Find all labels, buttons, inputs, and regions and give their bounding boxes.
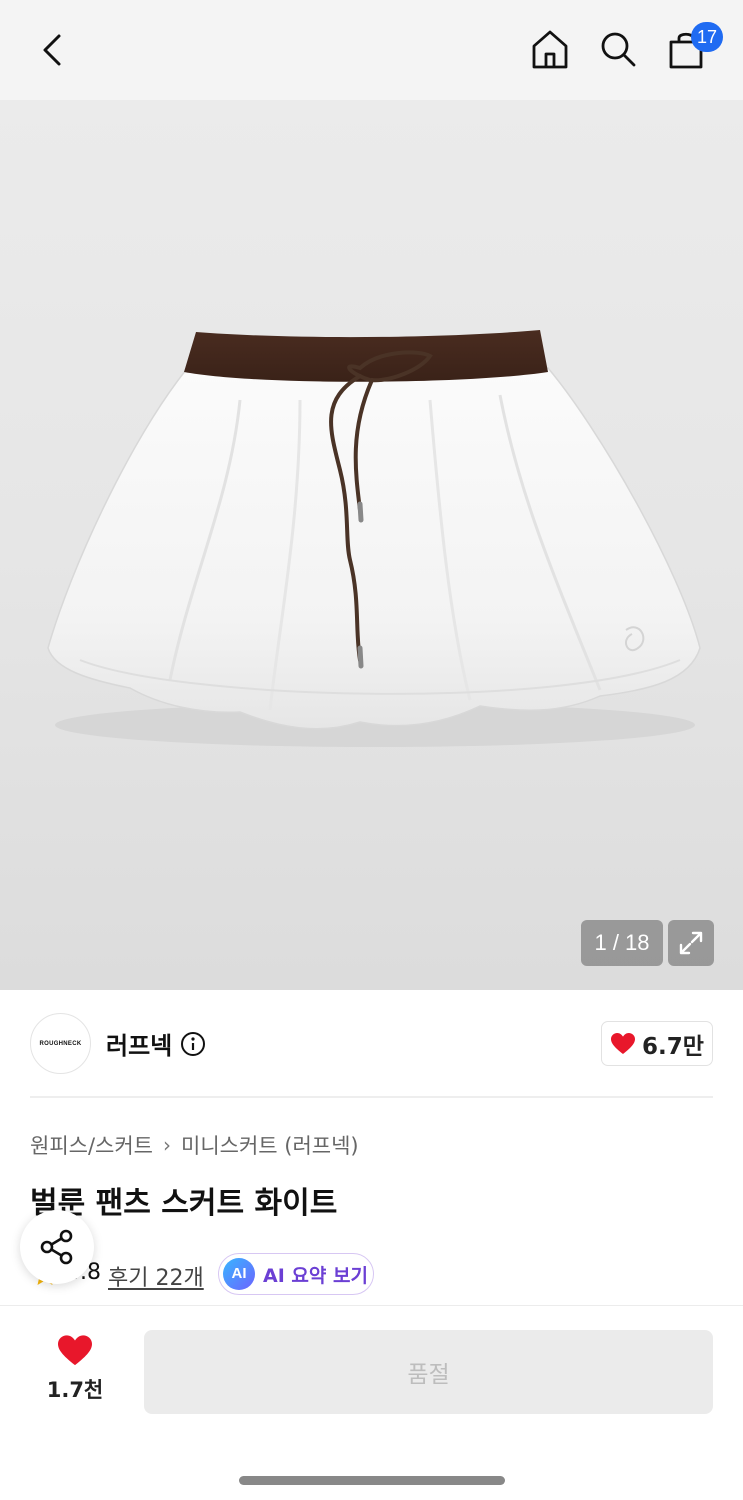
brand-logo[interactable]: ROUGHNECK	[30, 1013, 91, 1074]
chevron-left-icon	[43, 34, 61, 66]
ai-summary-label: AI 요약 보기	[263, 1264, 368, 1287]
breadcrumb-separator: ›	[163, 1133, 171, 1157]
expand-image-button[interactable]	[668, 920, 714, 966]
divider	[30, 1096, 713, 1098]
soldout-button[interactable]: 품절	[144, 1330, 713, 1414]
search-icon	[601, 32, 636, 67]
cart-button[interactable]: 17	[663, 22, 723, 72]
home-icon	[532, 30, 568, 69]
favorite-button[interactable]: 1.7천	[38, 1334, 112, 1409]
breadcrumb-category[interactable]: 원피스/스커트	[30, 1130, 153, 1160]
breadcrumb-subcategory[interactable]: 미니스커트 (러프넥)	[181, 1130, 359, 1160]
search-button[interactable]	[595, 26, 641, 72]
bottom-action-bar: 1.7천 품절	[0, 1305, 743, 1500]
home-indicator	[239, 1476, 505, 1485]
brand-like-count: 6.7만	[642, 1033, 704, 1060]
share-icon	[40, 1229, 73, 1265]
back-button[interactable]	[30, 28, 74, 72]
brand-name[interactable]: 러프넥	[106, 1026, 172, 1061]
ai-summary-button[interactable]: AI AI 요약 보기	[218, 1253, 374, 1295]
ai-badge-icon: AI	[223, 1258, 255, 1290]
product-image	[47, 330, 701, 747]
brand-logo-text: ROUGHNECK	[39, 1040, 82, 1047]
heart-icon	[611, 1032, 636, 1054]
cart-count-badge: 17	[690, 22, 723, 52]
product-image-gallery[interactable]: 1 / 18	[0, 100, 743, 990]
top-bar: 17	[0, 0, 743, 100]
info-icon[interactable]	[180, 1031, 206, 1057]
brand-like-button[interactable]: 6.7만	[601, 1021, 713, 1066]
home-button[interactable]	[527, 26, 573, 72]
share-button[interactable]	[20, 1210, 94, 1284]
breadcrumb: 원피스/스커트 › 미니스커트 (러프넥)	[30, 1130, 359, 1160]
heart-icon	[58, 1335, 92, 1366]
reviews-link[interactable]: 후기 22개	[108, 1260, 204, 1292]
soldout-label: 품절	[407, 1362, 450, 1388]
brand-row[interactable]: ROUGHNECK 러프넥 6.7만	[30, 1013, 713, 1075]
image-counter: 1 / 18	[581, 920, 663, 966]
rating-row: 4.8 후기 22개 AI AI 요약 보기	[30, 1253, 530, 1295]
expand-icon	[679, 931, 703, 955]
favorite-count: 1.7천	[46, 1378, 104, 1402]
